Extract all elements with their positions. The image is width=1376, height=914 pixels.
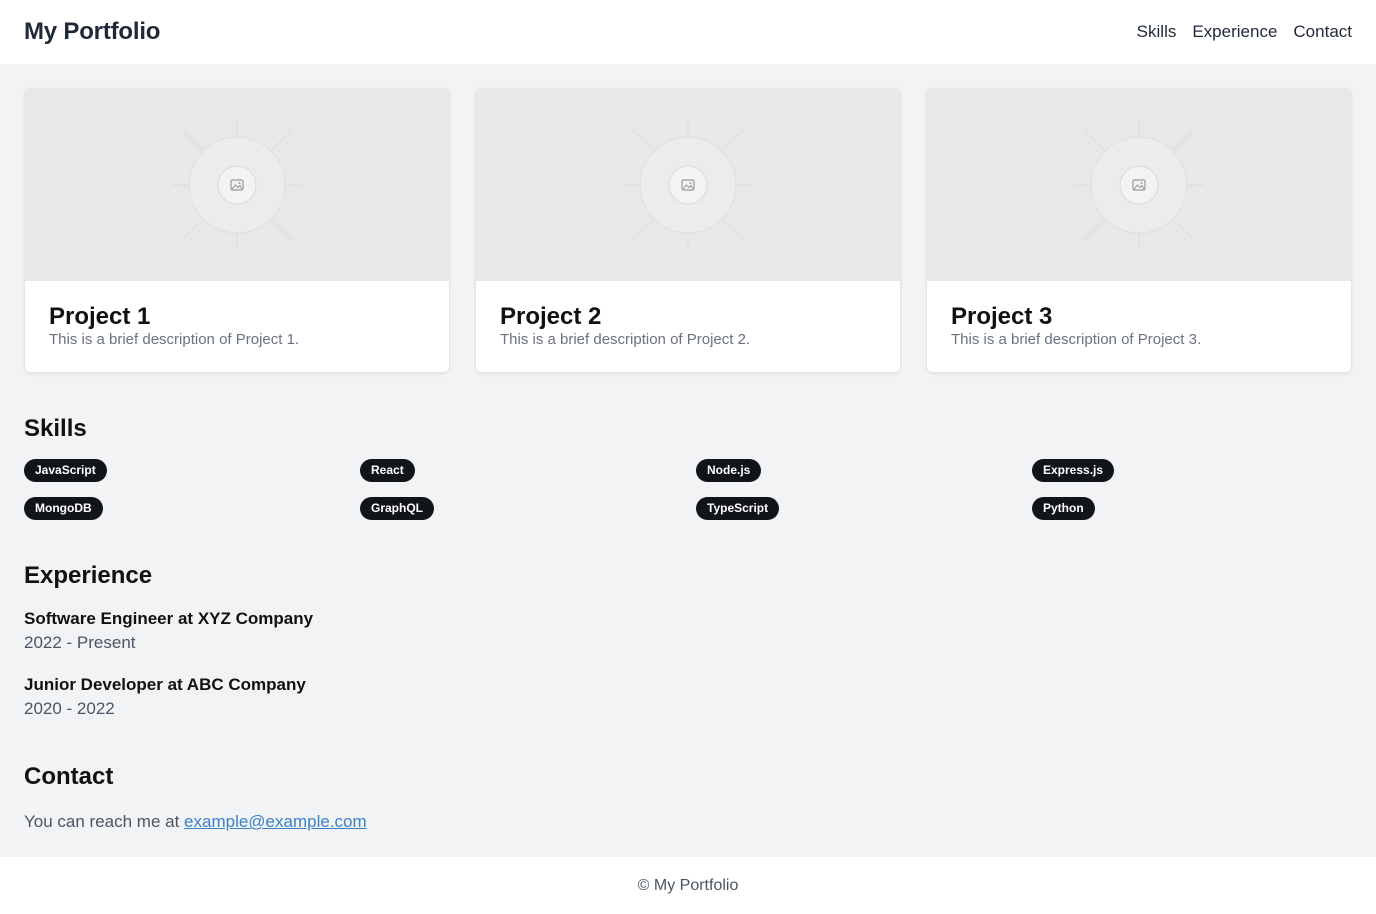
nav-link-contact[interactable]: Contact [1293,22,1352,42]
contact-text: You can reach me at example@example.com [24,811,1352,833]
project-title: Project 3 [951,303,1053,330]
skill-chip: GraphQL [360,497,435,520]
nav-link-experience[interactable]: Experience [1192,22,1277,42]
contact-intro: You can reach me at [24,812,180,831]
contact-email-link[interactable]: example@example.com [184,812,367,831]
site-brand[interactable]: My Portfolio [24,18,160,46]
project-card[interactable]: Project 3 This is a brief description of… [926,88,1352,373]
experience-item: Junior Developer at ABC Company 2020 - 2… [24,674,1352,721]
contact-heading: Contact [24,763,114,790]
project-card[interactable]: Project 1 This is a brief description of… [24,88,450,373]
skill-chip: JavaScript [24,459,107,482]
image-placeholder-icon [1074,120,1204,250]
experience-section: Experience Software Engineer at XYZ Comp… [24,562,1352,721]
project-card-body: Project 1 This is a brief description of… [25,281,449,349]
footer-text: © My Portfolio [637,876,739,894]
experience-role: Software Engineer at XYZ Company [24,609,314,628]
project-title: Project 1 [49,303,151,330]
skill-chip: Python [1032,497,1095,520]
site-header: My Portfolio Skills Experience Contact [0,0,1376,64]
main-nav: Skills Experience Contact [1137,22,1352,42]
project-card[interactable]: Project 2 This is a brief description of… [475,88,901,373]
project-card-body: Project 3 This is a brief description of… [927,281,1351,349]
skill-chip: React [360,459,415,482]
project-title: Project 2 [500,303,602,330]
project-image [927,89,1351,281]
experience-heading: Experience [24,562,153,589]
experience-role: Junior Developer at ABC Company [24,675,306,694]
skills-section: Skills JavaScript React Node.js Express.… [24,415,1352,520]
project-card-body: Project 2 This is a brief description of… [476,281,900,349]
skill-chip: Node.js [696,459,762,482]
image-placeholder-icon [623,120,753,250]
skill-chip: MongoDB [24,497,103,520]
skills-heading: Skills [24,415,87,442]
project-description: This is a brief description of Project 1… [49,331,300,348]
project-description: This is a brief description of Project 2… [500,331,751,348]
contact-section: Contact You can reach me at example@exam… [24,763,1352,833]
site-footer: © My Portfolio [0,857,1376,914]
experience-item: Software Engineer at XYZ Company 2022 - … [24,608,1352,655]
projects-grid: Project 1 This is a brief description of… [24,88,1352,373]
project-image [476,89,900,281]
nav-link-skills[interactable]: Skills [1137,22,1177,42]
skill-chip: Express.js [1032,459,1115,482]
skill-chip: TypeScript [696,497,780,520]
skills-grid: JavaScript React Node.js Express.js Mong… [24,459,1352,520]
experience-dates: 2020 - 2022 [24,699,115,718]
main-content: Project 1 This is a brief description of… [0,64,1376,833]
experience-dates: 2022 - Present [24,633,136,652]
project-description: This is a brief description of Project 3… [951,331,1202,348]
project-image [25,89,449,281]
image-placeholder-icon [172,120,302,250]
